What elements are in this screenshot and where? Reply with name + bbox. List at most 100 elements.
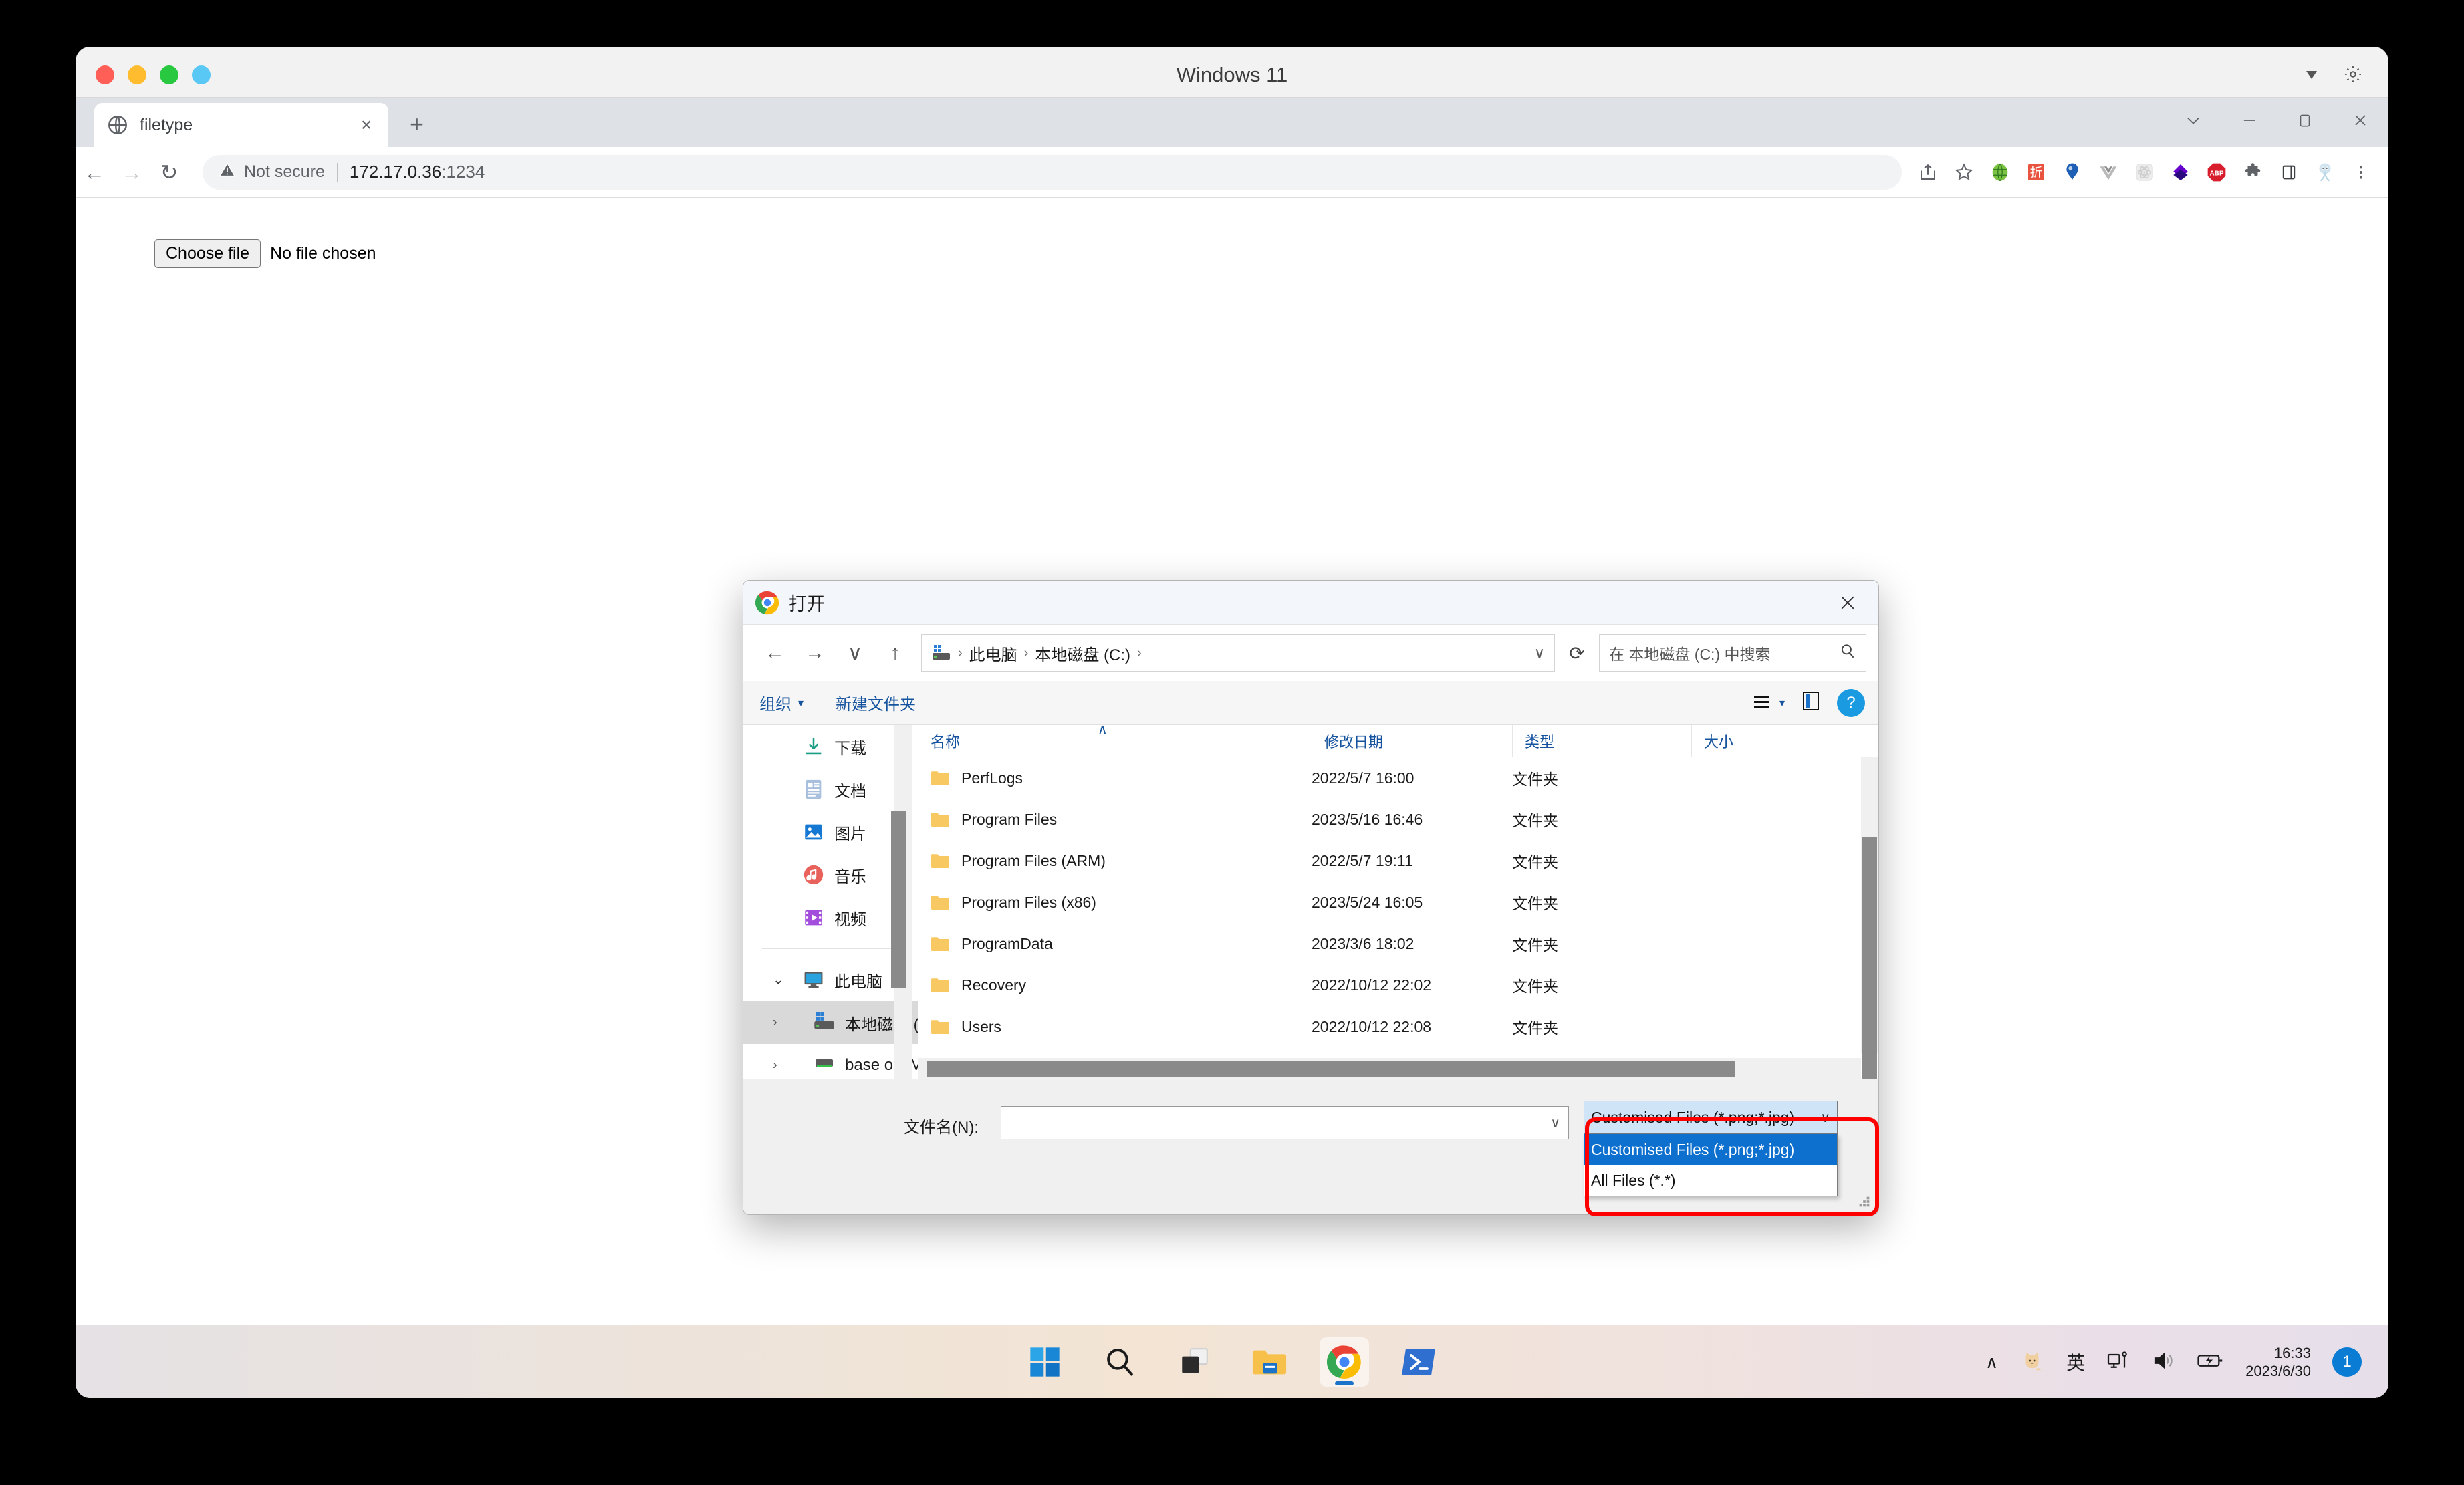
chevron-down-icon[interactable]: ∨ <box>1534 644 1545 662</box>
filter-option-customised[interactable]: Customised Files (*.png;*.jpg) <box>1584 1134 1837 1165</box>
table-row[interactable]: ProgramData2023/3/6 18:02文件夹 <box>918 923 1878 964</box>
gear-icon[interactable] <box>2343 64 2363 88</box>
file-date-cell: 2023/3/6 18:02 <box>1312 935 1512 953</box>
windows-taskbar: ∧ 英 16:33 2023/6/30 1 <box>76 1325 2388 1398</box>
squidward-extension-icon[interactable] <box>2310 157 2340 188</box>
column-header-type[interactable]: 类型 <box>1512 725 1691 757</box>
bookmark-star-icon[interactable] <box>1949 157 1979 188</box>
dialog-forward-button[interactable]: → <box>795 634 834 672</box>
react-extension-icon[interactable] <box>2129 157 2160 188</box>
powershell-icon[interactable] <box>1394 1337 1444 1387</box>
resize-grip[interactable] <box>1857 1194 1872 1209</box>
breadcrumb-separator: › <box>958 646 963 661</box>
search-box[interactable]: 在 本地磁盘 (C:) 中搜索 <box>1599 634 1866 672</box>
back-button[interactable]: ← <box>76 162 113 183</box>
battery-charging-icon[interactable] <box>2197 1350 2224 1375</box>
chevron-right-icon[interactable]: › <box>773 1058 777 1073</box>
forward-button[interactable]: → <box>113 162 150 183</box>
filename-input[interactable]: ∨ <box>1001 1106 1569 1139</box>
close-icon[interactable]: × <box>356 116 376 134</box>
start-windows-icon[interactable] <box>1020 1337 1070 1387</box>
page-content: Choose file No file chosen 打开 <box>76 198 2388 1398</box>
diamond-extension-icon[interactable] <box>2165 157 2196 188</box>
chrome-icon[interactable] <box>1320 1337 1369 1387</box>
notification-badge[interactable]: 1 <box>2332 1347 2362 1377</box>
file-list-vertical-scrollbar-track[interactable] <box>1861 757 1878 1053</box>
task-view-icon[interactable] <box>1170 1337 1219 1387</box>
breadcrumb-item-local-disk[interactable]: 本地磁盘 (C:) <box>1035 642 1130 665</box>
address-bar[interactable]: Not secure 172.17.0.36 :1234 <box>203 155 1902 190</box>
filter-option-all-files[interactable]: All Files (*.*) <box>1584 1165 1837 1196</box>
chevron-down-icon[interactable]: ∨ <box>1820 1109 1830 1126</box>
dialog-up-button[interactable]: ↑ <box>876 634 914 672</box>
caret-down-icon[interactable] <box>2303 65 2320 86</box>
file-type-filter-dropdown[interactable]: Customised Files (*.png;*.jpg) ∨ Customi… <box>1584 1101 1838 1196</box>
sidebar-item-label: 视频 <box>834 906 866 930</box>
zhe-extension-icon[interactable]: 折 <box>2021 157 2052 188</box>
sidepanel-icon[interactable] <box>2273 157 2304 188</box>
close-icon[interactable] <box>2351 111 2370 133</box>
close-icon[interactable] <box>1817 581 1878 625</box>
cat-icon[interactable] <box>2019 1348 2045 1377</box>
volume-icon[interactable] <box>2152 1349 2176 1376</box>
refresh-button[interactable]: ⟳ <box>1556 634 1598 672</box>
dialog-back-button[interactable]: ← <box>755 634 794 672</box>
chevron-down-icon[interactable]: ⌄ <box>773 972 784 988</box>
globe-extension-icon[interactable] <box>1985 157 2015 188</box>
share-icon[interactable] <box>1913 157 1943 188</box>
column-header-date[interactable]: 修改日期 <box>1312 725 1512 757</box>
search-input[interactable]: 在 本地磁盘 (C:) 中搜索 <box>1609 642 1839 664</box>
dialog-recent-locations-button[interactable]: ∨ <box>836 634 874 672</box>
sidebar-divider <box>762 948 902 949</box>
browser-tab[interactable]: filetype × <box>94 103 388 147</box>
vue-extension-icon[interactable] <box>2093 157 2124 188</box>
chevron-down-icon[interactable]: ∨ <box>1550 1115 1560 1131</box>
sidebar-item-local-disk-c[interactable]: › 本地磁盘 (C:) <box>743 1001 918 1044</box>
organize-button[interactable]: 组织 ▾ <box>759 691 804 714</box>
ime-indicator[interactable]: 英 <box>2066 1349 2085 1375</box>
sidebar-scrollbar-thumb[interactable] <box>891 811 906 988</box>
file-list-vertical-scrollbar-thumb[interactable] <box>1862 837 1877 1079</box>
search-icon[interactable] <box>1095 1337 1144 1387</box>
breadcrumb[interactable]: › 此电脑 › 本地磁盘 (C:) › ∨ <box>921 634 1555 672</box>
file-list-horizontal-scrollbar-track[interactable] <box>918 1058 1861 1079</box>
adblock-plus-icon[interactable]: ABP <box>2201 157 2232 188</box>
table-row[interactable]: Program Files (x86)2023/5/24 16:05文件夹 <box>918 882 1878 923</box>
tray-overflow-icon[interactable]: ∧ <box>1985 1352 1998 1373</box>
taskbar-clock[interactable]: 16:33 2023/6/30 <box>2245 1344 2311 1381</box>
table-row[interactable]: Recovery2022/10/12 22:02文件夹 <box>918 964 1878 1006</box>
preview-pane-button[interactable] <box>1802 691 1820 714</box>
choose-file-button[interactable]: Choose file <box>154 239 261 268</box>
file-type-filter-select[interactable]: Customised Files (*.png;*.jpg) ∨ <box>1584 1101 1838 1134</box>
file-date-cell: 2022/5/7 16:00 <box>1312 769 1512 787</box>
column-header-size[interactable]: 大小 <box>1691 725 1798 757</box>
file-list-header: 名称 ∧ 修改日期 类型 大小 <box>918 725 1878 757</box>
file-list-horizontal-scrollbar-thumb[interactable] <box>927 1061 1735 1077</box>
sidebar-item-base-on-mac[interactable]: › base on 'Mac' <box>743 1044 918 1079</box>
view-options-button[interactable]: ▾ <box>1753 694 1785 712</box>
chevron-right-icon[interactable]: › <box>773 1015 777 1031</box>
network-drive-icon <box>813 1054 836 1077</box>
sidebar-item-downloads[interactable]: 下载 <box>743 725 918 768</box>
sidebar-item-documents[interactable]: 文档 <box>743 768 918 811</box>
minimize-icon[interactable] <box>2240 111 2259 133</box>
file-explorer-icon[interactable] <box>1245 1337 1294 1387</box>
table-row[interactable]: Program Files2023/5/16 16:46文件夹 <box>918 799 1878 840</box>
network-icon[interactable] <box>2106 1349 2130 1376</box>
sidebar-scrollbar-track[interactable] <box>894 725 912 1079</box>
new-tab-button[interactable]: + <box>410 112 424 136</box>
balloon-extension-icon[interactable] <box>2057 157 2088 188</box>
breadcrumb-item-this-pc[interactable]: 此电脑 <box>969 642 1017 665</box>
column-header-name[interactable]: 名称 ∧ <box>918 725 1312 757</box>
chevron-down-icon[interactable] <box>2184 111 2203 133</box>
table-row[interactable]: Program Files (ARM)2022/5/7 19:11文件夹 <box>918 840 1878 882</box>
table-row[interactable]: PerfLogs2022/5/7 16:00文件夹 <box>918 757 1878 799</box>
chrome-menu-icon[interactable] <box>2346 157 2376 188</box>
puzzle-extensions-icon[interactable] <box>2237 157 2268 188</box>
reload-button[interactable]: ↻ <box>150 162 188 183</box>
help-button[interactable]: ? <box>1837 689 1865 717</box>
table-row[interactable]: Users2022/10/12 22:08文件夹 <box>918 1006 1878 1047</box>
sidebar-item-label: 此电脑 <box>834 968 882 992</box>
new-folder-button[interactable]: 新建文件夹 <box>836 691 916 714</box>
restore-icon[interactable] <box>2296 112 2314 132</box>
